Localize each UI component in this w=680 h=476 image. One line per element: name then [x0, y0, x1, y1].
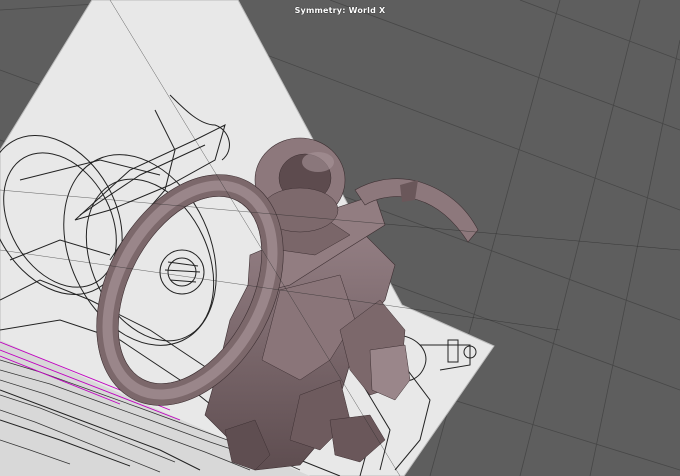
symmetry-status-label: Symmetry: World X	[294, 6, 386, 15]
viewport-canvas[interactable]	[0, 0, 680, 476]
3d-viewport[interactable]: Symmetry: World X	[0, 0, 680, 476]
